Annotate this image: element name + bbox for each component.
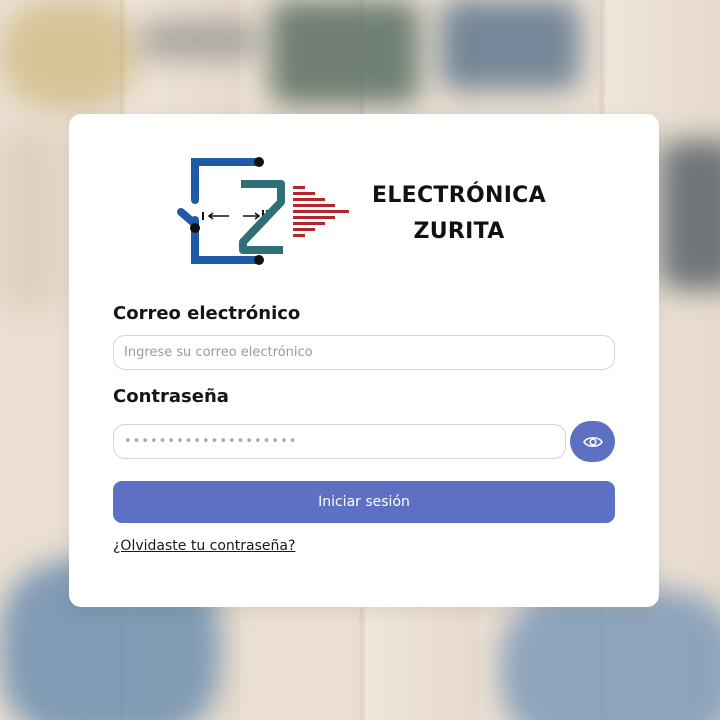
- eye-icon: [582, 436, 603, 447]
- blurred-tool: [140, 20, 260, 60]
- blurred-component-box: [440, 0, 580, 90]
- brand-line-2: ZURITA: [413, 219, 505, 244]
- blurred-circuit-board: [270, 0, 420, 105]
- password-field[interactable]: [113, 424, 566, 459]
- login-button[interactable]: Iniciar sesión: [113, 481, 615, 523]
- login-card: ELECTRÓNICA ZURITA Correo electrónico Co…: [69, 114, 659, 607]
- circuit-logo-icon: [177, 157, 349, 265]
- blurred-device: [660, 140, 720, 290]
- email-field[interactable]: [113, 335, 615, 370]
- brand-line-1: ELECTRÓNICA: [372, 183, 546, 208]
- blurred-sleeve-right: [500, 590, 720, 720]
- blurred-cable: [0, 0, 140, 110]
- blurred-edge: [0, 130, 60, 310]
- email-label: Correo electrónico: [113, 303, 301, 324]
- brand-name: ELECTRÓNICA ZURITA: [359, 178, 559, 250]
- brand-logo: ELECTRÓNICA ZURITA: [173, 154, 553, 269]
- show-password-button[interactable]: [570, 421, 615, 462]
- forgot-password-link[interactable]: ¿Olvidaste tu contraseña?: [113, 538, 295, 554]
- password-label: Contraseña: [113, 386, 229, 407]
